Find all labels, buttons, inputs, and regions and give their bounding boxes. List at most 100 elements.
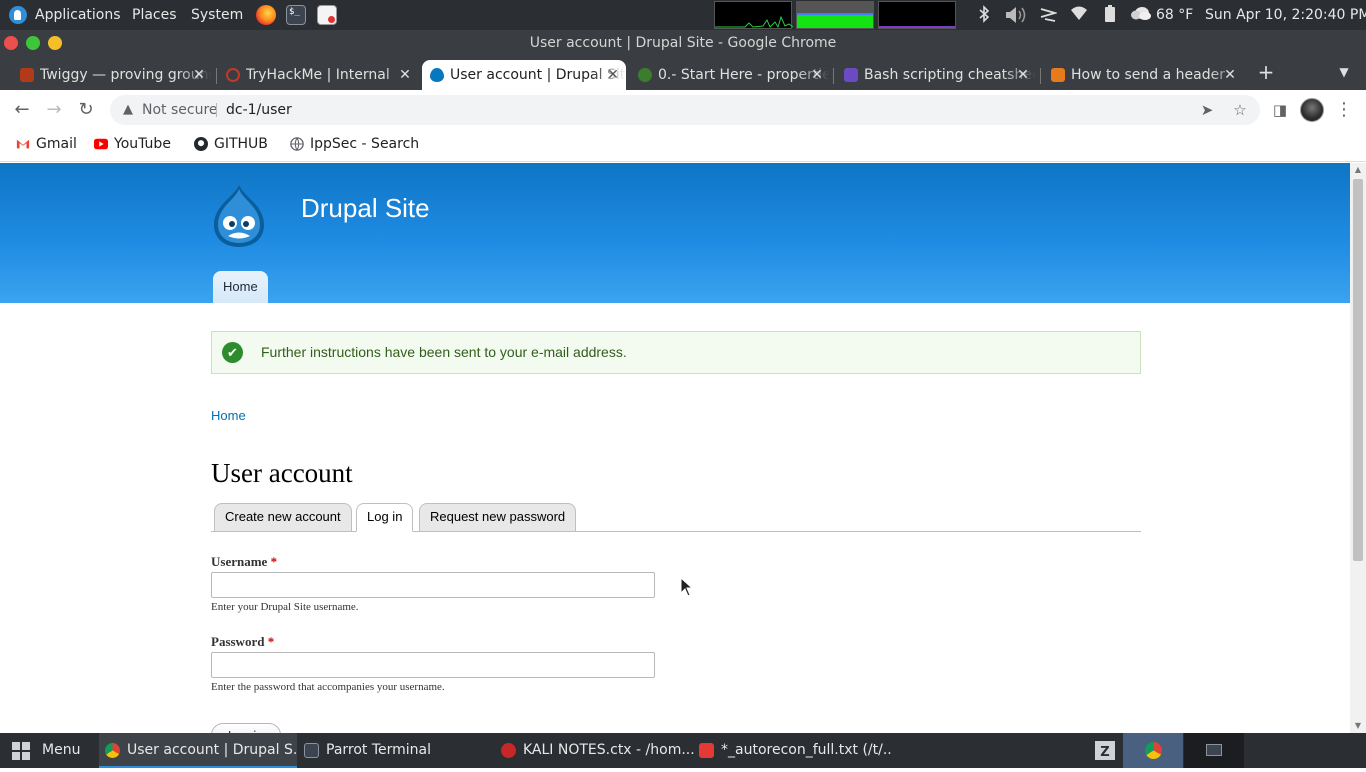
system-panel: Applications Places System 68 °F Sun Apr…	[0, 0, 1366, 30]
close-tab-icon[interactable]: ✕	[810, 60, 824, 90]
close-window-icon[interactable]	[4, 36, 18, 50]
firefox-launcher-icon[interactable]	[256, 5, 276, 25]
weather-temp[interactable]: 68 °F	[1156, 0, 1193, 30]
reload-icon[interactable]: ↻	[73, 98, 99, 122]
drupal-favicon-icon	[430, 68, 444, 82]
bookmark-gmail[interactable]: Gmail	[12, 130, 77, 158]
bookmark-github[interactable]: GITHUB	[190, 130, 268, 158]
tab-tryhackme[interactable]: TryHackMe | Internal ✕	[218, 60, 418, 90]
youtube-icon	[94, 138, 108, 150]
task-terminal[interactable]: Parrot Terminal	[298, 733, 488, 768]
warning-triangle-icon[interactable]: ▲	[120, 102, 136, 118]
tab-twiggy[interactable]: Twiggy — proving grounds ✕	[12, 60, 212, 90]
scroll-down-arrow-icon[interactable]: ▼	[1350, 719, 1366, 733]
wifi-icon[interactable]	[1069, 5, 1089, 25]
close-tab-icon[interactable]: ✕	[192, 60, 206, 90]
svg-text:Z: Z	[1100, 745, 1109, 760]
task-chrome[interactable]: User account | Drupal S...	[99, 733, 297, 768]
tab-label: 0.- Start Here - properties	[658, 67, 830, 83]
bookmark-youtube[interactable]: YouTube	[90, 130, 171, 158]
browser-toolbar: ← → ↻ ▲ Not secure dc-1/user ➤ ☆ ◨ ⋮	[0, 90, 1366, 130]
terminal-icon	[304, 743, 319, 758]
tab-label: Twiggy — proving grounds	[40, 67, 212, 83]
kebab-menu-icon[interactable]: ⋮	[1331, 98, 1357, 122]
main-nav-home[interactable]: Home	[213, 271, 268, 303]
parrot-logo-icon[interactable]	[9, 6, 27, 24]
tab-request-password[interactable]: Request new password	[419, 503, 577, 532]
side-panel-icon[interactable]: ◨	[1267, 98, 1293, 122]
globe-icon	[290, 137, 304, 151]
scroll-thumb[interactable]	[1353, 179, 1363, 561]
workspace-terminal-button[interactable]	[1184, 733, 1244, 768]
workspace-chrome-button[interactable]	[1123, 733, 1183, 768]
new-tab-icon[interactable]: +	[1255, 60, 1277, 84]
task-label: User account | Drupal S...	[127, 742, 297, 758]
task-text-editor[interactable]: *_autorecon_full.txt (/t/...	[693, 733, 893, 768]
close-tab-icon[interactable]: ✕	[1223, 60, 1237, 90]
system-menu[interactable]: System	[191, 0, 243, 30]
task-label: Parrot Terminal	[326, 742, 432, 758]
password-label-text: Password	[211, 634, 265, 649]
terminal-launcher-icon[interactable]	[286, 5, 306, 25]
site-name[interactable]: Drupal Site	[301, 193, 430, 224]
log-in-button[interactable]: Log in	[211, 723, 281, 733]
send-icon[interactable]: ➤	[1197, 100, 1217, 120]
gmail-icon	[16, 139, 30, 149]
network-monitor	[878, 1, 956, 29]
bookmark-ippsec[interactable]: IppSec - Search	[286, 130, 419, 158]
breadcrumb-home[interactable]: Home	[211, 408, 246, 423]
url-text[interactable]: dc-1/user	[226, 95, 292, 125]
volume-icon[interactable]	[1004, 5, 1030, 25]
security-label[interactable]: Not secure	[142, 95, 218, 125]
bookmark-label: Gmail	[36, 136, 77, 152]
username-input[interactable]	[211, 572, 655, 598]
status-text: Further instructions have been sent to y…	[261, 344, 627, 360]
clock[interactable]: Sun Apr 10, 2:20:40 PM	[1205, 0, 1366, 30]
tab-create-account[interactable]: Create new account	[214, 503, 352, 532]
cherrytree-icon	[501, 743, 516, 758]
required-marker: *	[267, 634, 275, 649]
memory-free-bar	[797, 15, 873, 28]
close-tab-icon[interactable]: ✕	[606, 60, 620, 90]
task-cherrytree[interactable]: KALI NOTES.ctx - /hom...	[495, 733, 695, 768]
chrome-icon	[105, 743, 120, 758]
applications-menu[interactable]: Applications	[35, 0, 121, 30]
maximize-window-icon[interactable]	[26, 36, 40, 50]
devhints-favicon-icon	[844, 68, 858, 82]
places-menu[interactable]: Places	[132, 0, 177, 30]
close-tab-icon[interactable]: ✕	[1016, 60, 1030, 90]
tryhackme-favicon-icon	[226, 68, 240, 82]
drupal-logo-icon[interactable]	[210, 183, 268, 249]
window-titlebar[interactable]: User account | Drupal Site - Google Chro…	[0, 30, 1366, 56]
chrome-workspace-icon	[1145, 742, 1162, 759]
bluetooth-icon[interactable]	[974, 5, 994, 25]
filezilla-tray-icon[interactable]: Z	[1091, 733, 1119, 768]
username-label-text: Username	[211, 554, 268, 569]
tab-log-in[interactable]: Log in	[356, 503, 414, 532]
address-bar[interactable]: ▲ Not secure dc-1/user ➤ ☆	[110, 95, 1260, 125]
network-arrows-icon[interactable]	[1038, 5, 1059, 25]
scroll-up-arrow-icon[interactable]: ▲	[1350, 163, 1366, 177]
profile-avatar[interactable]	[1300, 98, 1324, 122]
bookmark-label: IppSec - Search	[310, 136, 420, 152]
start-menu-button[interactable]: Menu	[0, 733, 92, 768]
bookmark-label: GITHUB	[214, 136, 268, 152]
page-scrollbar[interactable]: ▲ ▼	[1350, 163, 1366, 733]
tab-bash-cheatsheet[interactable]: Bash scripting cheatsheet ✕	[836, 60, 1036, 90]
bookmark-star-icon[interactable]: ☆	[1230, 100, 1250, 120]
password-input[interactable]	[211, 652, 655, 678]
tab-label: User account | Drupal Site	[450, 67, 626, 83]
back-arrow-icon[interactable]: ←	[9, 98, 35, 122]
tab-search-chevron-icon[interactable]: ▼	[1334, 60, 1354, 84]
tab-user-account[interactable]: User account | Drupal Site ✕	[422, 60, 626, 90]
tab-label: TryHackMe | Internal	[246, 67, 390, 83]
tab-divider	[1040, 68, 1041, 84]
password-description: Enter the password that accompanies your…	[211, 681, 445, 693]
tab-send-header[interactable]: How to send a header ✕	[1043, 60, 1243, 90]
forward-arrow-icon[interactable]: →	[41, 98, 67, 122]
text-editor-launcher-icon[interactable]	[317, 5, 337, 25]
minimize-window-icon[interactable]	[48, 36, 62, 50]
battery-icon[interactable]	[1100, 5, 1120, 25]
close-tab-icon[interactable]: ✕	[398, 60, 412, 90]
tab-start-here[interactable]: 0.- Start Here - properties ✕	[630, 60, 830, 90]
